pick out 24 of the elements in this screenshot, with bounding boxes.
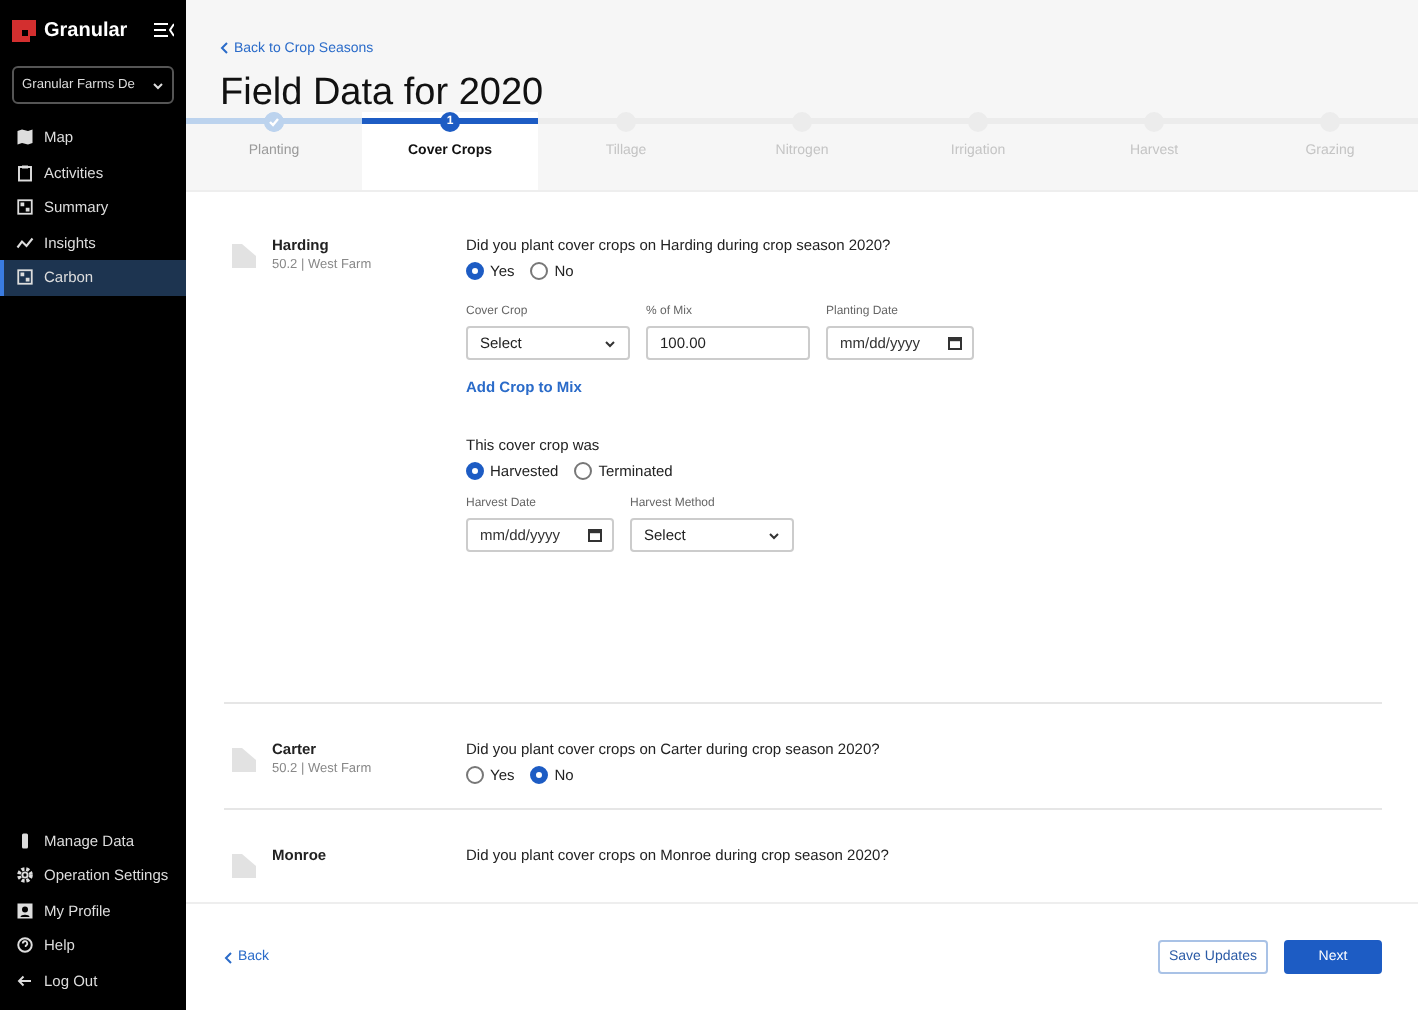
- chevron-left-icon: [224, 951, 232, 963]
- logo-icon: [12, 19, 36, 41]
- field-shape-icon: [232, 852, 256, 878]
- caret-icon: [768, 531, 780, 539]
- bar-icon: [16, 831, 34, 850]
- field-shape-icon: [232, 746, 256, 772]
- brand-name: Granular: [44, 19, 130, 41]
- calendar-icon: [948, 336, 962, 350]
- calendar-icon: [588, 528, 602, 542]
- page-title: Field Data for 2020: [220, 72, 546, 115]
- chevron-left-icon: [220, 42, 228, 54]
- map-icon: [16, 128, 34, 147]
- arrow-left-icon: [16, 971, 34, 990]
- grid-icon: [16, 268, 34, 287]
- profile-icon: [16, 901, 34, 920]
- clipboard-icon: [16, 163, 34, 182]
- settings-icon: [16, 866, 34, 885]
- field-shape-icon: [232, 242, 256, 268]
- caret-icon: [604, 339, 616, 347]
- trend-line-icon: [16, 233, 34, 252]
- collapse-menu-icon[interactable]: [154, 22, 174, 38]
- caret-icon: [152, 81, 164, 89]
- help-icon: [16, 936, 34, 955]
- grid-icon: [16, 198, 34, 217]
